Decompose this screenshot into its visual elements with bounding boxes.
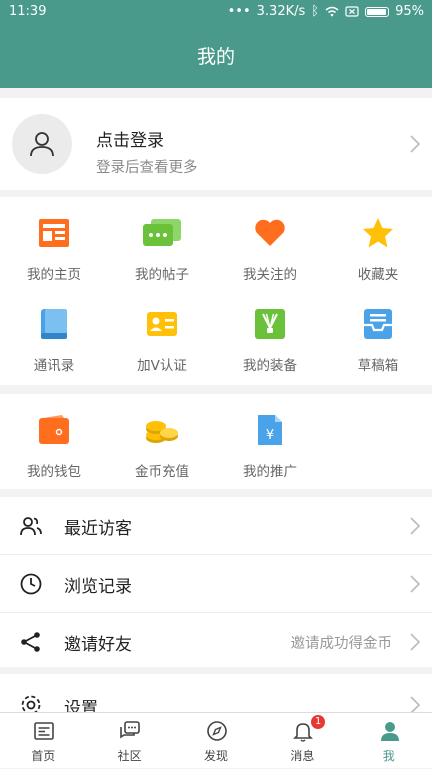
grid-item-label: 我的钱包	[27, 464, 81, 480]
feature-grid: 我的主页 我的帖子 我关注的 收藏夹 通讯录 加V认证 我的装备 草稿箱	[0, 197, 432, 385]
menu-item-settings[interactable]: 设置	[0, 674, 432, 714]
grid-item-drafts[interactable]: 草稿箱	[324, 288, 432, 382]
grid-item-label: 通讯录	[33, 358, 75, 374]
gear-icon	[21, 695, 41, 714]
grid-item-label: 我的主页	[27, 267, 81, 283]
heart-icon	[255, 219, 285, 246]
promotion-doc-icon: ¥	[258, 415, 282, 445]
login-card[interactable]: 点击登录 登录后查看更多	[0, 98, 432, 190]
tab-label: 我	[382, 749, 395, 763]
shuttlecock-icon	[255, 309, 285, 339]
grid-item-label: 草稿箱	[357, 358, 399, 374]
tab-label: 社区	[117, 749, 142, 763]
sim-icon	[345, 6, 359, 17]
page-title-bar: 我的	[0, 24, 432, 88]
grid-item-label: 收藏夹	[357, 267, 399, 283]
tab-label: 发现	[203, 749, 228, 763]
login-subtitle: 登录后查看更多	[96, 160, 198, 176]
user-avatar-icon	[30, 132, 54, 157]
menu-item-label: 最近访客	[64, 519, 132, 539]
tab-label: 首页	[31, 749, 56, 763]
coins-icon	[146, 421, 178, 443]
svg-text:¥: ¥	[266, 428, 274, 443]
grid-item-label: 我的推广	[243, 464, 297, 480]
person-icon	[380, 722, 399, 741]
share-icon	[21, 632, 40, 652]
page-title: 我的	[196, 46, 235, 68]
bottom-tab-bar: 首页 社区 发现 1 消息 我	[0, 712, 432, 768]
battery-level: 95%	[395, 4, 424, 19]
contacts-book-icon	[41, 309, 67, 339]
unread-badge: 1	[311, 715, 326, 729]
network-speed: 3.32K/s	[256, 4, 306, 19]
tab-label: 消息	[290, 749, 315, 763]
grid-item-favorites[interactable]: 收藏夹	[324, 197, 432, 291]
posts-icon	[143, 219, 181, 246]
visitors-icon	[20, 517, 42, 536]
grid-item-my-posts[interactable]: 我的帖子	[108, 197, 216, 291]
menu-item-browse-history[interactable]: 浏览记录	[0, 555, 432, 613]
tab-community[interactable]: 社区	[86, 713, 172, 769]
grid-item-label: 我关注的	[243, 267, 297, 283]
compass-icon	[206, 721, 227, 741]
invite-reward-note: 邀请成功得金币	[290, 636, 393, 652]
star-icon	[363, 218, 393, 248]
chevron-right-icon	[410, 633, 421, 651]
status-bar: 11:39 ••• 3.32K/s ᛒ 95%	[0, 0, 432, 24]
grid-item-wallet[interactable]: 我的钱包	[0, 394, 108, 488]
menu-item-label: 邀请好友	[64, 635, 132, 655]
menu-item-label: 设置	[64, 699, 98, 714]
wallet-icon	[39, 415, 69, 444]
menu-list: 最近访客 浏览记录 邀请好友 邀请成功得金币	[0, 497, 432, 667]
login-title[interactable]: 点击登录	[96, 126, 164, 151]
community-tab-icon	[120, 721, 141, 739]
menu-item-invite-friends[interactable]: 邀请好友 邀请成功得金币	[0, 613, 432, 671]
grid-item-coin-recharge[interactable]: 金币充值	[108, 394, 216, 488]
verify-card-icon	[147, 312, 177, 336]
grid-item-label: 金币充值	[135, 464, 189, 480]
status-time: 11:39	[9, 4, 47, 19]
grid-item-label: 我的装备	[243, 358, 297, 374]
chevron-right-icon	[410, 135, 421, 153]
menu-item-recent-visitors[interactable]: 最近访客	[0, 497, 432, 555]
grid-item-equipment[interactable]: 我的装备	[216, 288, 324, 382]
home-tab-icon	[34, 722, 54, 740]
homepage-icon	[39, 219, 69, 247]
battery-icon	[365, 6, 390, 17]
tab-messages[interactable]: 1 消息	[259, 713, 345, 769]
grid-item-verification[interactable]: 加V认证	[108, 288, 216, 382]
grid-item-my-homepage[interactable]: 我的主页	[0, 197, 108, 291]
status-indicators: ••• 3.32K/s ᛒ 95%	[228, 4, 424, 19]
grid-item-label: 我的帖子	[135, 267, 189, 283]
tab-discover[interactable]: 发现	[173, 713, 259, 769]
tab-home[interactable]: 首页	[0, 713, 86, 769]
chevron-right-icon	[410, 517, 421, 535]
clock-icon	[20, 573, 42, 595]
bluetooth-icon: ᛒ	[311, 4, 320, 19]
drafts-tray-icon	[364, 309, 392, 339]
grid-item-contacts[interactable]: 通讯录	[0, 288, 108, 382]
more-dots-icon: •••	[227, 4, 251, 19]
grid-item-label: 加V认证	[137, 358, 187, 374]
avatar[interactable]	[12, 114, 72, 174]
chevron-right-icon	[410, 575, 421, 593]
grid-item-promotion[interactable]: ¥ 我的推广	[216, 394, 324, 488]
finance-grid: 我的钱包 金币充值 ¥ 我的推广	[0, 394, 432, 489]
menu-item-label: 浏览记录	[64, 577, 132, 597]
grid-item-following[interactable]: 我关注的	[216, 197, 324, 291]
tab-me[interactable]: 我	[346, 713, 432, 769]
wifi-icon	[325, 6, 339, 17]
